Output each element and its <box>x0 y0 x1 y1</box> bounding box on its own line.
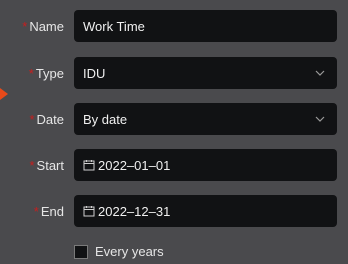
name-input[interactable]: Work Time <box>74 10 337 42</box>
type-label: * Type <box>28 65 64 81</box>
required-marker: * <box>28 65 34 81</box>
chevron-down-icon <box>315 70 325 76</box>
type-row: * Type IDU <box>0 57 348 89</box>
end-date-input[interactable]: 2022–12–31 <box>74 195 337 227</box>
date-value: By date <box>83 111 128 127</box>
every-years-label: Every years <box>95 244 164 259</box>
schedule-form: * Name Work Time * Type IDU * Date By date … <box>0 0 348 264</box>
calendar-icon <box>83 160 95 171</box>
every-years-option[interactable]: Every years <box>74 244 164 259</box>
chevron-down-icon <box>315 116 325 122</box>
start-row: * Start 2022–01–01 <box>0 149 348 181</box>
start-label: * Start <box>29 157 64 173</box>
date-row: * Date By date <box>0 103 348 135</box>
start-date-value: 2022–01–01 <box>98 157 171 173</box>
name-label: * Name <box>22 18 64 34</box>
every-years-checkbox[interactable] <box>74 244 88 259</box>
end-row: * End 2022–12–31 <box>0 195 348 227</box>
pointer-arrow-icon <box>0 88 8 100</box>
type-select[interactable]: IDU <box>74 57 337 89</box>
start-date-input[interactable]: 2022–01–01 <box>74 149 337 181</box>
required-marker: * <box>29 157 35 173</box>
date-label: * Date <box>29 111 64 127</box>
type-value: IDU <box>83 65 106 81</box>
name-value: Work Time <box>83 18 145 34</box>
required-marker: * <box>29 111 35 127</box>
name-row: * Name Work Time <box>0 10 348 42</box>
required-marker: * <box>33 203 39 219</box>
calendar-icon <box>83 206 95 217</box>
required-marker: * <box>22 18 28 34</box>
end-label: * End <box>33 203 64 219</box>
date-select[interactable]: By date <box>74 103 337 135</box>
end-date-value: 2022–12–31 <box>98 203 171 219</box>
